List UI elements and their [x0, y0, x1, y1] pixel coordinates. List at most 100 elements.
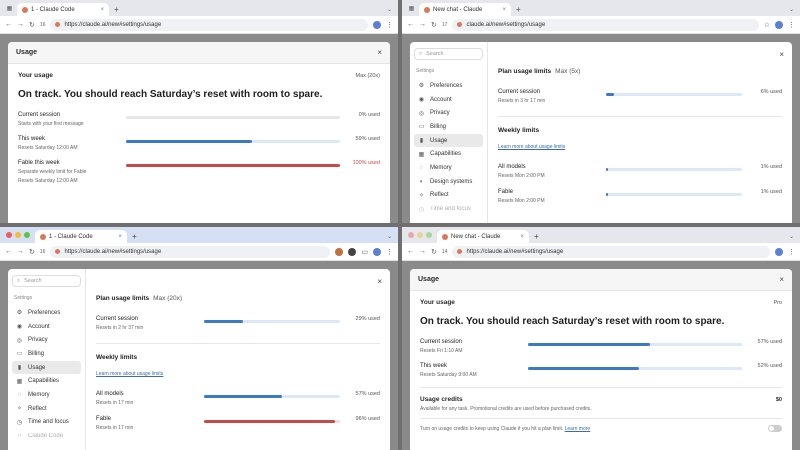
sidebar-item-claude-code[interactable]: ‹› Claude Code — [12, 429, 81, 443]
url-field[interactable]: https://claude.ai/new#settings/usage — [50, 18, 368, 31]
minimize-window-button[interactable] — [15, 232, 21, 238]
learn-more-link[interactable]: Learn more — [565, 426, 591, 432]
forward-icon[interactable]: → — [17, 248, 24, 255]
star-icon[interactable]: ☆ — [764, 21, 770, 29]
usage-row: Current session Resets in 2 hr 37 min 29%… — [96, 316, 380, 331]
profile-avatar[interactable] — [775, 247, 783, 256]
url-field[interactable]: https://claude.ai/new#settings/usage — [50, 245, 331, 258]
tab-list-icon[interactable]: ▦ — [6, 5, 13, 12]
learn-more-link[interactable]: Learn more about usage limits — [498, 144, 565, 150]
tab-title: New chat - Claude — [451, 233, 501, 240]
new-tab-button[interactable]: + — [114, 5, 119, 14]
usage-credits-toggle[interactable] — [768, 425, 782, 432]
forward-icon[interactable]: → — [419, 21, 426, 28]
chevron-down-icon[interactable]: ⌄ — [387, 233, 392, 240]
memory-icon: ◌ — [419, 164, 424, 171]
sidebar-item-billing[interactable]: ▭ Billing — [414, 120, 483, 134]
sidebar-item-privacy[interactable]: ◎ Privacy — [12, 333, 81, 347]
sidebar-item-preferences[interactable]: ⚙ Preferences — [414, 79, 483, 93]
usage-progress-bar — [204, 320, 340, 323]
sidebar-item-design-systems[interactable]: ◐ Design systems — [414, 175, 483, 189]
close-icon[interactable]: × — [377, 277, 382, 286]
browser-tab[interactable]: 1 - Claude Code × — [35, 230, 127, 243]
sidebar-item-account[interactable]: ◉ Account — [414, 93, 483, 107]
search-input[interactable]: ⌕ Search — [414, 48, 483, 60]
plan-badge: Pro — [773, 299, 782, 306]
new-tab-button[interactable]: + — [132, 232, 137, 241]
reload-icon[interactable]: ↻ — [431, 248, 437, 256]
new-tab-button[interactable]: + — [516, 5, 521, 14]
sidebar-item-label: Account — [430, 96, 452, 103]
back-icon[interactable]: ← — [5, 248, 12, 255]
tab-list-icon[interactable]: ▦ — [408, 5, 415, 12]
maximize-window-button[interactable] — [24, 232, 30, 238]
usage-progress-bar — [528, 367, 742, 370]
user-icon: ◉ — [16, 324, 23, 331]
extension-icon[interactable] — [335, 247, 344, 256]
chevron-down-icon[interactable]: ⌄ — [387, 6, 392, 13]
cast-icon[interactable]: ▭ — [361, 248, 368, 256]
plan-badge: Max (20x) — [153, 295, 183, 302]
menu-icon[interactable]: ⋮ — [386, 248, 393, 256]
close-icon[interactable]: × — [779, 50, 784, 59]
maximize-window-button[interactable] — [426, 232, 432, 238]
sidebar-item-time-and-focus[interactable]: ◷ Time and focus — [12, 416, 81, 430]
pane-top-right: ▦ New chat - Claude × + ⌄ ← → ↻ 17 claud… — [402, 0, 800, 223]
reload-icon[interactable]: ↻ — [29, 248, 35, 256]
extension-icon[interactable] — [348, 247, 357, 256]
usage-credits-heading: Usage credits — [420, 396, 463, 403]
browser-tab[interactable]: 1 - Claude Code × — [17, 3, 109, 16]
url-field[interactable]: claude.ai/new#settings/usage — [452, 18, 759, 31]
browser-tab[interactable]: New chat - Claude × — [419, 3, 511, 16]
forward-icon[interactable]: → — [419, 248, 426, 255]
sidebar-item-capabilities[interactable]: ▦ Capabilities — [414, 147, 483, 161]
tab-title: 1 - Claude Code — [31, 6, 75, 13]
browser-tab[interactable]: New chat - Claude × — [437, 230, 529, 243]
sidebar-item-privacy[interactable]: ◎ Privacy — [414, 106, 483, 120]
profile-avatar[interactable] — [775, 20, 783, 29]
tab-close-icon[interactable]: × — [520, 234, 524, 240]
sidebar-item-preferences[interactable]: ⚙ Preferences — [12, 306, 81, 320]
profile-avatar[interactable] — [373, 247, 381, 256]
sidebar-item-reflect[interactable]: ✧ Reflect — [12, 402, 81, 416]
reload-icon[interactable]: ↻ — [29, 21, 35, 29]
address-bar-row: ← → ↻ 14 https://claude.ai/new#settings/… — [402, 243, 800, 261]
chevron-down-icon[interactable]: ⌄ — [789, 233, 794, 240]
minimize-window-button[interactable] — [417, 232, 423, 238]
tab-close-icon[interactable]: × — [100, 7, 104, 13]
learn-more-link[interactable]: Learn more about usage limits — [96, 371, 163, 377]
forward-icon[interactable]: → — [17, 21, 24, 28]
sidebar-item-billing[interactable]: ▭ Billing — [12, 347, 81, 361]
sidebar-item-memory[interactable]: ◌ Memory — [12, 388, 81, 402]
menu-icon[interactable]: ⋮ — [386, 21, 393, 29]
sidebar-item-reflect[interactable]: ✧ Reflect — [414, 189, 483, 203]
address-bar-row: ← → ↻ 16 https://claude.ai/new#settings/… — [0, 16, 398, 34]
close-icon[interactable]: × — [377, 48, 382, 57]
new-tab-button[interactable]: + — [534, 232, 539, 241]
sidebar-item-usage[interactable]: ▮ Usage — [12, 360, 81, 375]
chevron-down-icon[interactable]: ⌄ — [789, 6, 794, 13]
search-icon: ⌕ — [419, 50, 423, 57]
profile-avatar[interactable] — [373, 20, 381, 29]
usage-row-title: All models — [96, 391, 124, 397]
sidebar-item-account[interactable]: ◉ Account — [12, 320, 81, 334]
sidebar-item-capabilities[interactable]: ▦ Capabilities — [12, 374, 81, 388]
search-input[interactable]: ⌕ Search — [12, 275, 81, 287]
back-icon[interactable]: ← — [5, 21, 12, 28]
sidebar-item-usage[interactable]: ▮ Usage — [414, 133, 483, 148]
sidebar-item-label: Usage — [28, 364, 46, 371]
sidebar-item-memory[interactable]: ◌ Memory — [414, 161, 483, 175]
back-icon[interactable]: ← — [407, 248, 414, 255]
back-icon[interactable]: ← — [407, 21, 414, 28]
tab-close-icon[interactable]: × — [118, 234, 122, 240]
sidebar-item-time-and-focus[interactable]: ◷ Time and focus — [414, 202, 483, 216]
menu-icon[interactable]: ⋮ — [788, 21, 795, 29]
url-field[interactable]: https://claude.ai/new#settings/usage — [452, 245, 770, 258]
close-window-button[interactable] — [6, 232, 12, 238]
usage-row-sub: Resets Saturday 9:00 AM — [420, 372, 477, 378]
close-icon[interactable]: × — [779, 275, 784, 284]
reload-icon[interactable]: ↻ — [431, 21, 437, 29]
close-window-button[interactable] — [408, 232, 414, 238]
tab-close-icon[interactable]: × — [502, 7, 506, 13]
menu-icon[interactable]: ⋮ — [788, 248, 795, 256]
